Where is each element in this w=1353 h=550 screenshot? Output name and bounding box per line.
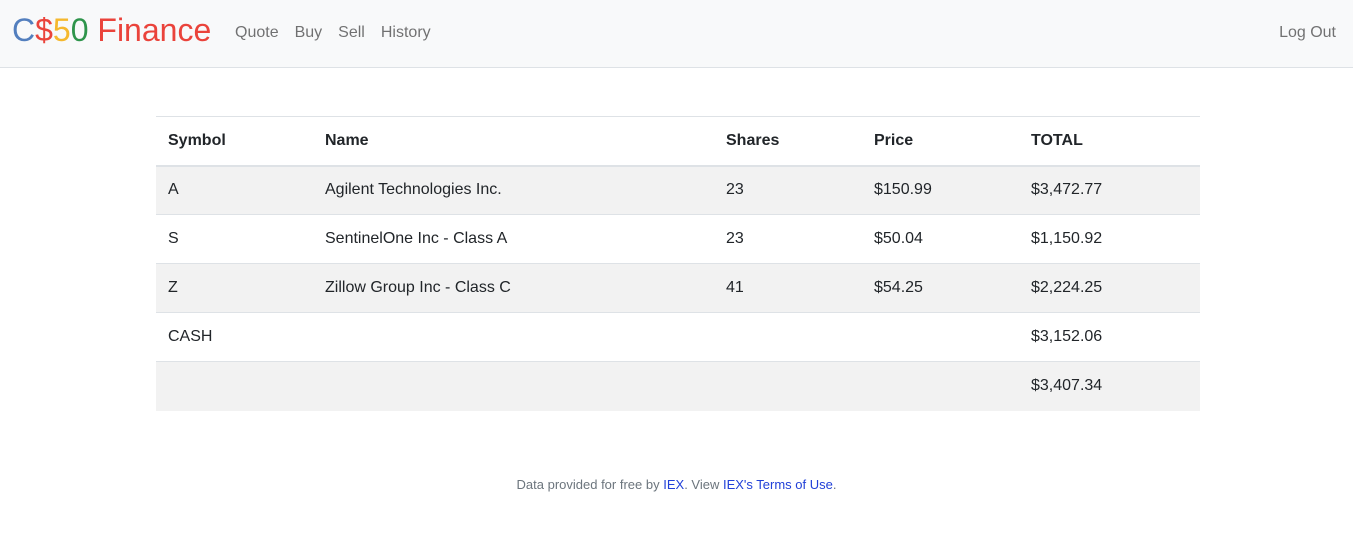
brand-letter-c: C [12,12,36,48]
cell-symbol: A [168,181,179,199]
header-symbol: Symbol [168,131,226,149]
grand-total-empty-cell [313,362,714,411]
table-body: A Agilent Technologies Inc. 23 $150.99 $… [156,165,1200,411]
cell-price: $50.04 [874,230,923,247]
nav-history-link[interactable]: History [381,22,431,44]
header-name: Name [325,131,369,149]
cash-label: CASH [168,328,213,345]
grand-total-empty-cell [714,362,862,411]
footer: Data provided for free by IEX. View IEX'… [0,476,1353,494]
table-row: Z Zillow Group Inc - Class C 41 $54.25 $… [156,263,1200,313]
nav-links: Quote Buy Sell History [235,22,447,44]
table-row: S SentinelOne Inc - Class A 23 $50.04 $1… [156,215,1200,264]
cell-shares: 23 [726,181,744,199]
table-row: A Agilent Technologies Inc. 23 $150.99 $… [156,165,1200,215]
footer-suffix: . [832,477,837,492]
cell-price: $54.25 [874,279,923,296]
cell-shares: 41 [726,279,744,296]
grand-total-empty-cell [156,362,313,411]
cell-shares: 23 [726,230,744,247]
grand-total-row: $3,407.34 [156,361,1200,411]
portfolio-section: Symbol Name Shares Price TOTAL A Agilent… [156,116,1200,411]
logout-link[interactable]: Log Out [1279,22,1336,44]
nav-sell-link[interactable]: Sell [338,22,365,44]
navbar: C$50 Finance Quote Buy Sell History Log Out [0,0,1353,68]
grand-total-empty-cell [862,362,1019,411]
nav-quote-link[interactable]: Quote [235,22,279,44]
brand-letter-5: 5 [52,12,71,48]
header-shares: Shares [726,131,780,149]
cell-name: Agilent Technologies Inc. [325,181,502,199]
cell-name: Zillow Group Inc - Class C [325,279,511,296]
cash-total: $3,152.06 [1031,328,1103,345]
brand-letter-dollar: $ [35,12,53,48]
cell-total: $2,224.25 [1031,279,1103,296]
footer-middle: . View [684,477,723,492]
cell-name: SentinelOne Inc - Class A [325,230,508,247]
cell-total: $1,150.92 [1031,230,1103,247]
cell-price: $150.99 [874,181,932,199]
header-row: Symbol Name Shares Price TOTAL [156,116,1200,166]
cash-empty-cell [862,313,1019,362]
cash-empty-cell [313,313,714,362]
cash-row: CASH $3,152.06 [156,313,1200,362]
table-header: Symbol Name Shares Price TOTAL [156,116,1200,166]
cell-symbol: S [168,230,179,247]
brand-letter-0: 0 [70,12,89,48]
cell-symbol: Z [168,279,178,296]
header-total: TOTAL [1031,131,1083,149]
footer-prefix: Data provided for free by [516,477,664,492]
brand-logo[interactable]: C$50 Finance [12,10,211,50]
iex-terms-link[interactable]: IEX's Terms of Use [723,477,833,492]
cash-empty-cell [714,313,862,362]
header-price: Price [874,131,914,149]
portfolio-table: Symbol Name Shares Price TOTAL A Agilent… [156,116,1200,411]
brand-word-finance: Finance [88,12,212,48]
iex-link[interactable]: IEX [663,477,684,492]
grand-total: $3,407.34 [1031,377,1103,395]
nav-buy-link[interactable]: Buy [295,22,323,44]
cell-total: $3,472.77 [1031,181,1103,199]
